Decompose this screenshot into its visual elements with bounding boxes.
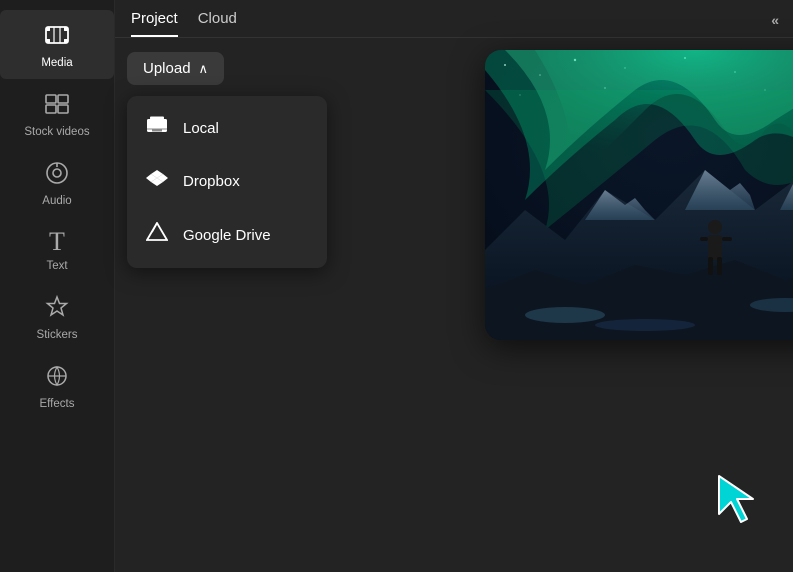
tab-project[interactable]: Project (131, 10, 178, 37)
sidebar-item-label-audio: Audio (42, 195, 71, 207)
sidebar-item-text[interactable]: T Text (0, 217, 114, 282)
effects-icon (44, 363, 70, 393)
dropdown-item-local-label: Local (183, 120, 219, 137)
sidebar-item-media[interactable]: Media (0, 10, 114, 79)
aurora-image (485, 50, 793, 340)
audio-icon (44, 160, 70, 190)
upload-label: Upload (143, 60, 191, 77)
dropdown-item-google-drive[interactable]: Google Drive (127, 208, 327, 262)
main-panel: Project Cloud « Upload ∧ (115, 0, 793, 572)
upload-button[interactable]: Upload ∧ (127, 52, 224, 85)
sidebar-item-label-stickers: Stickers (37, 329, 78, 341)
local-icon (145, 116, 169, 140)
upload-chevron-icon: ∧ (199, 61, 209, 77)
google-drive-icon (145, 222, 169, 248)
sidebar-item-audio[interactable]: Audio (0, 148, 114, 217)
stickers-icon (44, 294, 70, 324)
dropdown-item-dropbox-label: Dropbox (183, 173, 240, 190)
dropdown-item-dropbox[interactable]: Dropbox (127, 154, 327, 208)
sidebar-item-label-text: Text (46, 260, 67, 272)
tab-cloud[interactable]: Cloud (198, 10, 237, 37)
dropdown-item-local[interactable]: Local (127, 102, 327, 154)
sidebar-item-stock-videos[interactable]: Stock videos (0, 79, 114, 148)
collapse-button[interactable]: « (771, 12, 779, 28)
sidebar-item-label-media: Media (41, 57, 72, 69)
sidebar-item-effects[interactable]: Effects (0, 351, 114, 420)
dropdown-menu: Local Dropbox (127, 96, 327, 268)
sidebar-item-label-stock-videos: Stock videos (24, 126, 89, 138)
sidebar-item-label-effects: Effects (40, 398, 75, 410)
sidebar: Media Stock videos Audio T Text (0, 0, 115, 572)
dropbox-icon (145, 168, 169, 194)
cursor-arrow (715, 472, 765, 522)
text-icon: T (49, 229, 65, 255)
header-tabs: Project Cloud « (115, 0, 793, 38)
stock-videos-icon (44, 91, 70, 121)
sidebar-item-stickers[interactable]: Stickers (0, 282, 114, 351)
media-icon (44, 22, 70, 52)
dropdown-item-google-drive-label: Google Drive (183, 227, 271, 244)
